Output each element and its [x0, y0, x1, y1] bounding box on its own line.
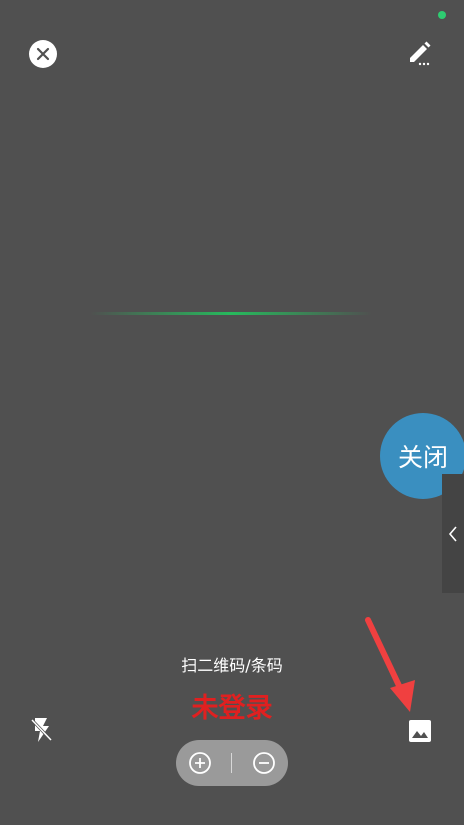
image-icon — [409, 720, 431, 742]
flash-button[interactable] — [29, 716, 55, 744]
flash-off-icon — [30, 718, 53, 742]
chevron-left-icon — [448, 525, 457, 542]
album-button[interactable] — [406, 717, 434, 745]
zoom-divider — [231, 753, 232, 773]
scan-line — [90, 312, 372, 315]
status-dot — [438, 11, 446, 19]
side-tab[interactable] — [442, 474, 464, 593]
zoom-control — [176, 740, 288, 786]
edit-icon — [410, 41, 431, 66]
scan-hint: 扫二维码/条码 — [181, 656, 283, 675]
zoom-in-icon[interactable] — [188, 751, 212, 775]
close-button[interactable] — [29, 40, 57, 68]
close-icon — [36, 47, 50, 61]
edit-button[interactable] — [404, 38, 436, 70]
zoom-out-icon[interactable] — [252, 751, 276, 775]
scanner-screen: 关闭 扫二维码/条码 未登录 — [0, 0, 464, 825]
login-status: 未登录 — [191, 693, 273, 724]
